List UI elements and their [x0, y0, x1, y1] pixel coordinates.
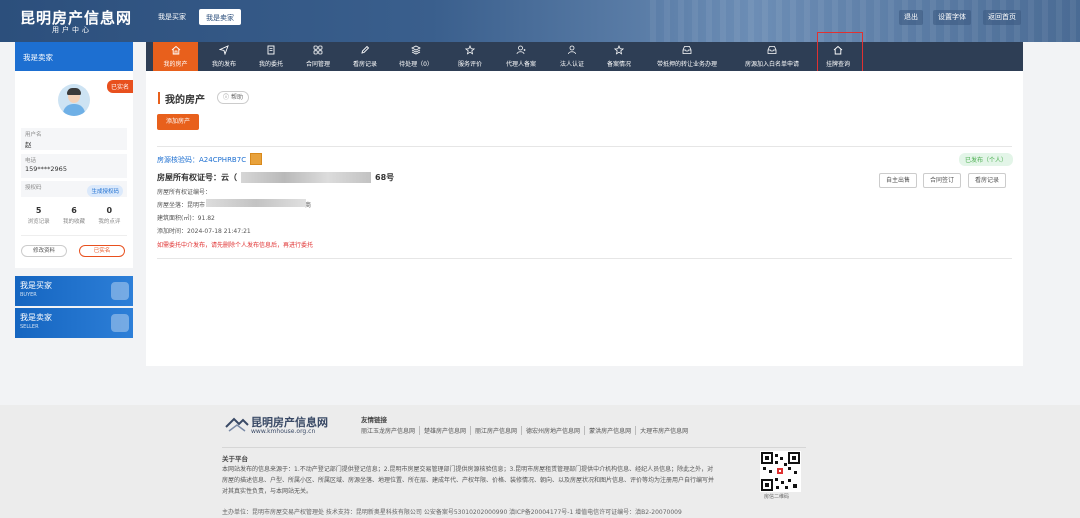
divider: [157, 146, 1012, 147]
area-line: 建筑面积(㎡)：91.82: [157, 215, 215, 222]
username-field: 用户名 赵: [21, 128, 127, 150]
house-logo-icon: [225, 415, 249, 432]
star-icon: [448, 44, 492, 58]
profile-stats: 5 浏览记录 6 我的收藏 0 我的点评: [21, 206, 127, 225]
font-settings-button[interactable]: 设置字体: [933, 10, 971, 25]
profile-card: 我是卖家 已实名 用户名 赵 电话 159****2965 授权码 生成授权码 …: [15, 42, 133, 268]
status-badge: 已发布（个人）: [959, 153, 1014, 166]
buyer-switch-button[interactable]: 我是买家: [152, 9, 192, 25]
footer-copyright: 主办单位：昆明市房屋交易产权管理处 技术支持：昆明新奥星科技有限公司 公安备案号…: [222, 509, 682, 516]
about-title: 关于平台: [222, 455, 248, 463]
wechat-qr-code: [760, 451, 801, 492]
stat-favorites[interactable]: 6 我的收藏: [63, 206, 85, 225]
seller-promo-icon: [111, 314, 129, 332]
verified-status-button[interactable]: 已实名: [79, 245, 125, 257]
phone-field: 电话 159****2965: [21, 154, 127, 178]
nav-my-entrust[interactable]: 我的委托: [249, 42, 293, 71]
stat-browse[interactable]: 5 浏览记录: [28, 206, 50, 225]
friend-link[interactable]: 丽江房产信息网: [471, 426, 523, 435]
friend-link[interactable]: 丽江玉龙房产信息网: [361, 426, 421, 435]
layers-icon: [391, 45, 441, 58]
avatar: [58, 84, 90, 116]
nav-my-publish[interactable]: 我的发布: [202, 42, 246, 71]
date-line: 添加时间：2024-07-18 21:47:21: [157, 228, 251, 235]
nav-legal-person-auth[interactable]: 法人认证: [550, 42, 594, 71]
generate-auth-code-button[interactable]: 生成授权码: [87, 185, 123, 197]
warning-text: 如需委托中介发布，请先删除个人发布信息后，再进行委托: [157, 242, 314, 249]
add-property-button[interactable]: 添加房产: [157, 114, 199, 130]
verified-badge: 已实名: [106, 80, 133, 93]
main-content-panel: 我的房产 ⓘ 帮助 添加房产 房源核验码：A24CPHRB7C 已发布（个人） …: [146, 71, 1023, 366]
about-text: 本网站发布的信息来源于：1.不动产登记部门提供登记信息；2.昆明市房屋交易管理部…: [222, 466, 715, 495]
help-button[interactable]: ⓘ 帮助: [217, 91, 249, 104]
sign-contract-button[interactable]: 合同签订: [923, 173, 962, 188]
nav-mortgage-transfer[interactable]: 带抵押的转让业务办理: [646, 42, 728, 71]
certificate-number-suffix: 68号: [375, 173, 395, 182]
document-icon: [249, 45, 293, 58]
certificate-serial-line: 房屋所有权证编号：: [157, 189, 212, 196]
top-header: 昆明房产信息网 用户中心 我是买家 我是卖家 退出 设置字体 返回首页: [0, 0, 1080, 42]
footer-logo-url: www.kmhouse.org.cn: [251, 428, 316, 435]
send-icon: [202, 45, 246, 58]
inbox-icon: [646, 45, 728, 58]
friend-links: 丽江玉龙房产信息网 楚雄房产信息网 丽江房产信息网 德宏州房地产信息网 蒙洪房产…: [361, 426, 692, 435]
nav-pending[interactable]: 待处理（0）: [391, 42, 441, 71]
auth-code-field: 授权码 生成授权码: [21, 181, 127, 197]
friend-links-title: 友情链接: [361, 416, 387, 424]
certificate-number-label: 房屋所有权证号：云（: [157, 173, 237, 182]
divider: [157, 258, 1012, 259]
friend-link[interactable]: 蒙洪房产信息网: [585, 426, 637, 435]
nav-agent-filing[interactable]: 代理人备案: [497, 42, 545, 71]
user-icon: [550, 45, 594, 58]
nav-whitelist-application[interactable]: 房源加入白名单申请: [735, 42, 809, 71]
nav-service-review[interactable]: 服务评价: [448, 42, 492, 71]
viewing-records-button[interactable]: 看房记录: [968, 173, 1007, 188]
question-icon: ⓘ: [223, 94, 230, 101]
verification-code: 房源核验码：A24CPHRB7C: [157, 156, 247, 164]
nav-viewing-records[interactable]: 看房记录: [343, 42, 387, 71]
nav-my-property[interactable]: 我的房产: [153, 42, 198, 71]
seller-promo-card[interactable]: 我是卖家 SELLER: [15, 308, 133, 338]
logout-button[interactable]: 退出: [899, 10, 923, 25]
title-accent-bar: [158, 92, 160, 104]
friend-link[interactable]: 德宏州房地产信息网: [522, 426, 586, 435]
buyer-promo-card[interactable]: 我是买家 BUYER: [15, 276, 133, 306]
qr-caption: 房信二维码: [764, 494, 790, 500]
user-plus-icon: [497, 45, 545, 58]
friend-link[interactable]: 楚雄房产信息网: [420, 426, 472, 435]
masked-certificate-number: [241, 172, 371, 183]
buyer-promo-icon: [111, 282, 129, 300]
qr-code-icon[interactable]: [250, 153, 262, 165]
seller-switch-button[interactable]: 我是卖家: [199, 9, 241, 25]
site-logo-subtitle: 用户中心: [52, 26, 92, 34]
footer-divider: [222, 447, 806, 448]
nav-contract-management[interactable]: 合同管理: [296, 42, 340, 71]
pencil-icon: [343, 45, 387, 58]
profile-card-header: 我是卖家: [15, 42, 133, 71]
friend-link[interactable]: 大理市房产信息网: [636, 426, 692, 435]
edit-profile-button[interactable]: 修改资料: [21, 245, 67, 257]
star-icon: [597, 44, 641, 58]
inbox-icon: [735, 45, 809, 58]
back-home-button[interactable]: 返回首页: [983, 10, 1021, 25]
stat-reviews[interactable]: 0 我的点评: [98, 206, 120, 225]
main-nav-bar: 我的房产 我的发布 我的委托 合同管理 看房记录 待处理（0） 服务评价 代理人…: [146, 42, 1023, 71]
nav-filing-status[interactable]: 备案情况: [597, 42, 641, 71]
masked-address: [206, 199, 306, 207]
grid-icon: [296, 45, 340, 58]
self-sale-button[interactable]: 自主出售: [879, 173, 918, 188]
home-icon: [153, 45, 198, 58]
page-title: 我的房产: [165, 95, 205, 106]
page-footer: 昆明房产信息网 www.kmhouse.org.cn 友情链接 丽江玉龙房产信息…: [0, 405, 1080, 518]
